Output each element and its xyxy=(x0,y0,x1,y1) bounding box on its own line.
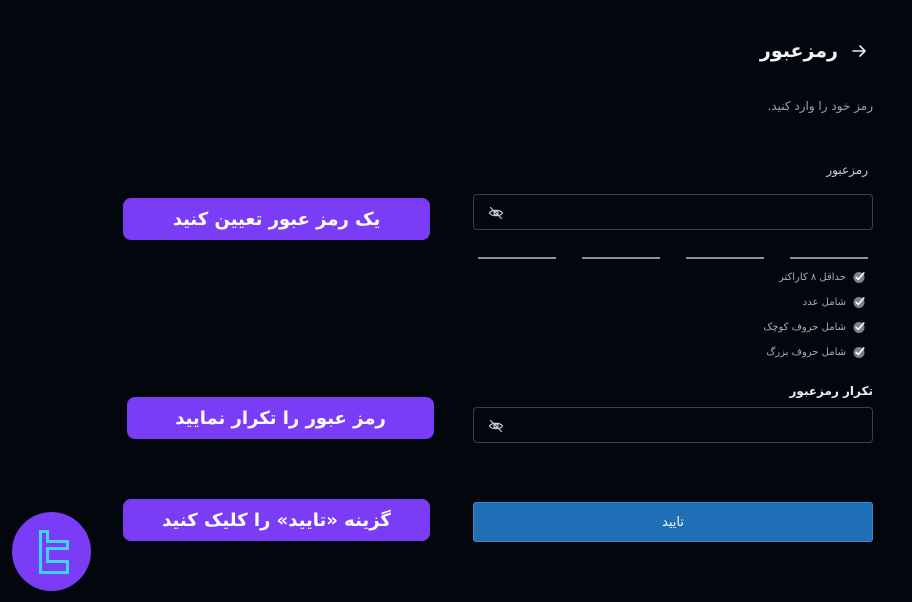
confirm-password-label: تکرار رمزعبور xyxy=(789,384,873,398)
rule-label: شامل حروف بزرگ xyxy=(766,346,846,358)
check-circle-icon xyxy=(853,347,865,358)
confirm-password-input[interactable] xyxy=(514,408,862,442)
rule-uppercase: شامل حروف بزرگ xyxy=(766,345,866,359)
rule-min-length: حداقل ۸ کاراکتر xyxy=(779,270,866,284)
arrow-right-icon[interactable] xyxy=(850,42,868,60)
password-setup-page: رمزعبور رمز خود را وارد کنید. رمزعبور حد… xyxy=(0,0,912,602)
page-subtitle: رمز خود را وارد کنید. xyxy=(767,99,873,113)
confirm-password-field[interactable] xyxy=(473,407,873,443)
strength-bar-4 xyxy=(478,257,556,259)
rule-lowercase: شامل حروف کوچک xyxy=(763,320,866,334)
callout-click-confirm: گزینه «تایید» را کلیک کنید xyxy=(123,499,430,541)
password-label: رمزعبور xyxy=(826,163,868,177)
strength-bar-3 xyxy=(582,257,660,259)
rule-label: شامل حروف کوچک xyxy=(763,321,846,333)
strength-bar-2 xyxy=(686,257,764,259)
check-circle-icon xyxy=(853,272,865,283)
page-header: رمزعبور xyxy=(760,40,868,62)
brand-mark-icon xyxy=(38,529,69,574)
password-field[interactable] xyxy=(473,194,873,230)
rule-label: حداقل ۸ کاراکتر xyxy=(778,271,846,283)
rule-number: شامل عدد xyxy=(803,295,866,309)
callout-set-password: یک رمز عبور تعیین کنید xyxy=(123,198,430,240)
strength-bar-1 xyxy=(790,257,868,259)
eye-off-icon[interactable] xyxy=(488,418,504,434)
callout-repeat-password: رمز عبور را تکرار نمایید xyxy=(127,397,434,439)
page-title: رمزعبور xyxy=(759,40,838,62)
eye-off-icon[interactable] xyxy=(488,205,504,221)
submit-button[interactable]: تایید xyxy=(473,502,873,542)
check-circle-icon xyxy=(853,297,865,308)
rule-label: شامل عدد xyxy=(802,296,846,308)
password-input[interactable] xyxy=(514,195,862,229)
brand-logo xyxy=(12,512,91,591)
check-circle-icon xyxy=(853,322,865,333)
